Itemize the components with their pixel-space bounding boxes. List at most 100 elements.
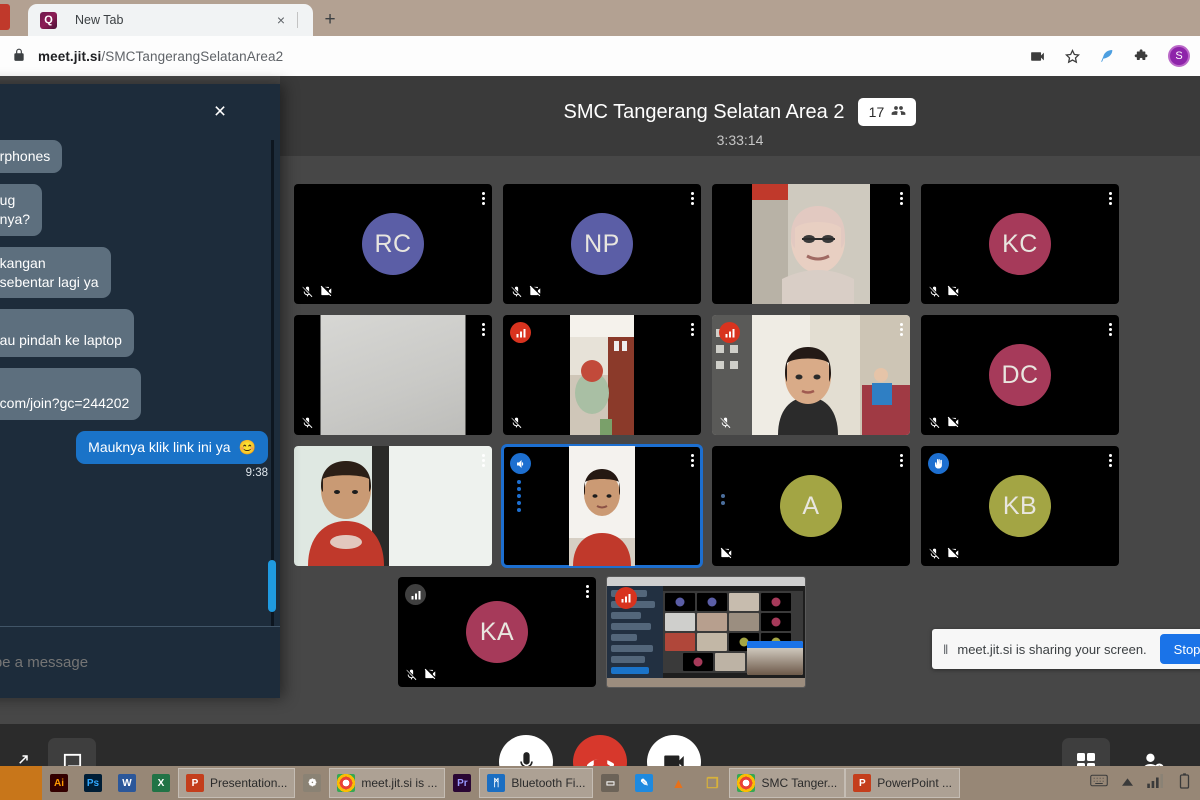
tile-status-icons — [719, 546, 733, 560]
tile-menu-icon[interactable] — [585, 583, 589, 600]
chat-bubble: ...au pindah ke laptop — [0, 309, 134, 358]
video-tile-blank-wall[interactable] — [294, 315, 492, 435]
tile-menu-icon[interactable] — [690, 321, 694, 338]
network-signal-icon[interactable] — [1147, 773, 1165, 793]
screenshare-cell — [761, 613, 791, 631]
pause-sharing-icon[interactable]: ‖ — [943, 642, 949, 657]
browser-tab[interactable]: Q New Tab × — [28, 4, 313, 36]
tile-menu-icon[interactable] — [899, 321, 903, 338]
tile-status-icons — [928, 546, 960, 560]
chat-header: × — [0, 84, 280, 140]
video-tile-active-speaker[interactable] — [501, 444, 703, 568]
tab-favicon-icon: Q — [40, 11, 57, 29]
mic-off-icon — [406, 669, 417, 680]
tile-menu-icon[interactable] — [1108, 190, 1112, 207]
taskbar-item-label: Bluetooth Fi... — [511, 776, 586, 790]
video-tile-kb[interactable]: KB — [921, 446, 1119, 566]
connection-quality-badge[interactable] — [719, 322, 740, 343]
video-tile-a[interactable]: A — [712, 446, 910, 566]
omnibox-bar: meet.jit.si/SMCTangerangSelatanArea2 S — [0, 36, 1200, 76]
bluetooth-icon: ᛗ — [487, 774, 506, 792]
taskbar-item-editor[interactable]: ✎ — [627, 768, 661, 798]
tile-video-feed — [569, 446, 635, 566]
video-tile-screenshare[interactable] — [607, 577, 805, 687]
taskbar-item-presentation[interactable]: P Presentation... — [178, 768, 296, 798]
screen-cast-icon[interactable] — [1028, 47, 1046, 65]
mic-off-icon — [929, 286, 940, 297]
tile-menu-icon[interactable] — [1108, 321, 1112, 338]
camera-off-icon — [720, 547, 732, 559]
pdf-icon: P — [853, 774, 872, 792]
tile-avatar: KA — [466, 601, 528, 663]
system-tray — [1090, 772, 1200, 794]
connection-quality-badge[interactable] — [405, 584, 426, 605]
video-tile-rc[interactable]: RC — [294, 184, 492, 304]
taskbar-item-chrome-smc[interactable]: SMC Tanger... — [729, 768, 846, 798]
address-bar-url[interactable]: meet.jit.si/SMCTangerangSelatanArea2 — [38, 49, 283, 64]
mic-off-icon — [929, 417, 940, 428]
mic-off-icon — [720, 417, 731, 429]
video-tile-girl[interactable] — [712, 315, 910, 435]
chat-input[interactable] — [0, 654, 280, 671]
camera-off-icon — [320, 285, 332, 297]
tile-avatar: KC — [989, 213, 1051, 275]
profile-avatar[interactable]: S — [1168, 45, 1190, 67]
files-icon: ❐ — [706, 774, 719, 791]
taskbar-item-powerpoint-pdf[interactable]: P PowerPoint ... — [845, 768, 960, 798]
taskbar-item-vlc[interactable]: ▲ — [661, 768, 695, 798]
mic-off-icon — [511, 286, 522, 297]
connection-quality-badge[interactable] — [615, 587, 637, 609]
mic-off-icon — [511, 417, 522, 429]
tile-menu-icon[interactable] — [690, 452, 694, 469]
taskbar-item-photoshop[interactable]: Ps — [76, 768, 110, 798]
video-tile-kc[interactable]: KC — [921, 184, 1119, 304]
taskbar-item-premiere[interactable]: Pr — [445, 768, 479, 798]
taskbar-item-paint[interactable]: ❁ — [295, 768, 329, 798]
taskbar-item-excel[interactable]: X — [144, 768, 178, 798]
bookmark-star-icon[interactable] — [1063, 47, 1081, 65]
video-tile-ka[interactable]: KA — [398, 577, 596, 687]
tile-menu-icon[interactable] — [481, 190, 485, 207]
participant-count-pill[interactable]: 17 — [858, 98, 917, 126]
connection-quality-badge[interactable] — [510, 322, 531, 343]
video-tile-room1[interactable] — [503, 315, 701, 435]
video-tile-dc[interactable]: DC — [921, 315, 1119, 435]
tile-menu-icon[interactable] — [899, 452, 903, 469]
keyboard-icon[interactable] — [1090, 774, 1108, 792]
taskbar-item-illustrator[interactable]: Ai — [42, 768, 76, 798]
chat-message-time: 9:38 — [245, 467, 268, 480]
video-tile-participant-video[interactable] — [712, 184, 910, 304]
tile-menu-icon[interactable] — [690, 190, 694, 207]
tile-status-icons — [405, 667, 437, 681]
show-hidden-icons-icon[interactable] — [1122, 774, 1133, 792]
stop-sharing-button[interactable]: Stop sharing — [1159, 634, 1200, 664]
extensions-puzzle-icon[interactable] — [1133, 47, 1151, 65]
taskbar-item-bluetooth[interactable]: ᛗ Bluetooth Fi... — [479, 768, 594, 798]
taskbar-start-region[interactable] — [0, 766, 42, 800]
video-tile-boy-red[interactable] — [294, 446, 492, 566]
new-tab-button[interactable]: + — [318, 8, 342, 32]
tab-close-icon[interactable]: × — [272, 11, 290, 29]
taskbar-item-usb[interactable]: ▭ — [593, 768, 627, 798]
camera-off-icon — [947, 547, 959, 559]
tile-status-icons — [510, 284, 542, 298]
tile-menu-icon[interactable] — [899, 190, 903, 207]
tile-menu-icon[interactable] — [481, 452, 485, 469]
tile-menu-icon[interactable] — [1108, 452, 1112, 469]
taskbar-item-word[interactable]: W — [110, 768, 144, 798]
chat-message: ...ug ...nya? — [0, 183, 268, 236]
raise-hand-badge[interactable] — [928, 453, 949, 474]
battery-icon[interactable] — [1179, 772, 1190, 794]
tile-status-icons — [928, 415, 960, 429]
photoshop-icon: Ps — [84, 774, 102, 792]
close-chat-icon[interactable]: × — [206, 98, 234, 126]
taskbar-item-chrome-meet[interactable]: meet.jit.si is ... — [329, 768, 446, 798]
taskbar-item-files[interactable]: ❐ — [695, 768, 729, 798]
video-tile-np[interactable]: NP — [503, 184, 701, 304]
feather-icon[interactable] — [1098, 47, 1116, 65]
speaker-active-badge[interactable] — [510, 453, 531, 474]
tile-menu-icon[interactable] — [481, 321, 485, 338]
chat-scrollbar-thumb[interactable] — [268, 560, 276, 612]
chat-message: ...au pindah ke laptop — [0, 309, 268, 358]
screenshare-cell — [697, 613, 727, 631]
